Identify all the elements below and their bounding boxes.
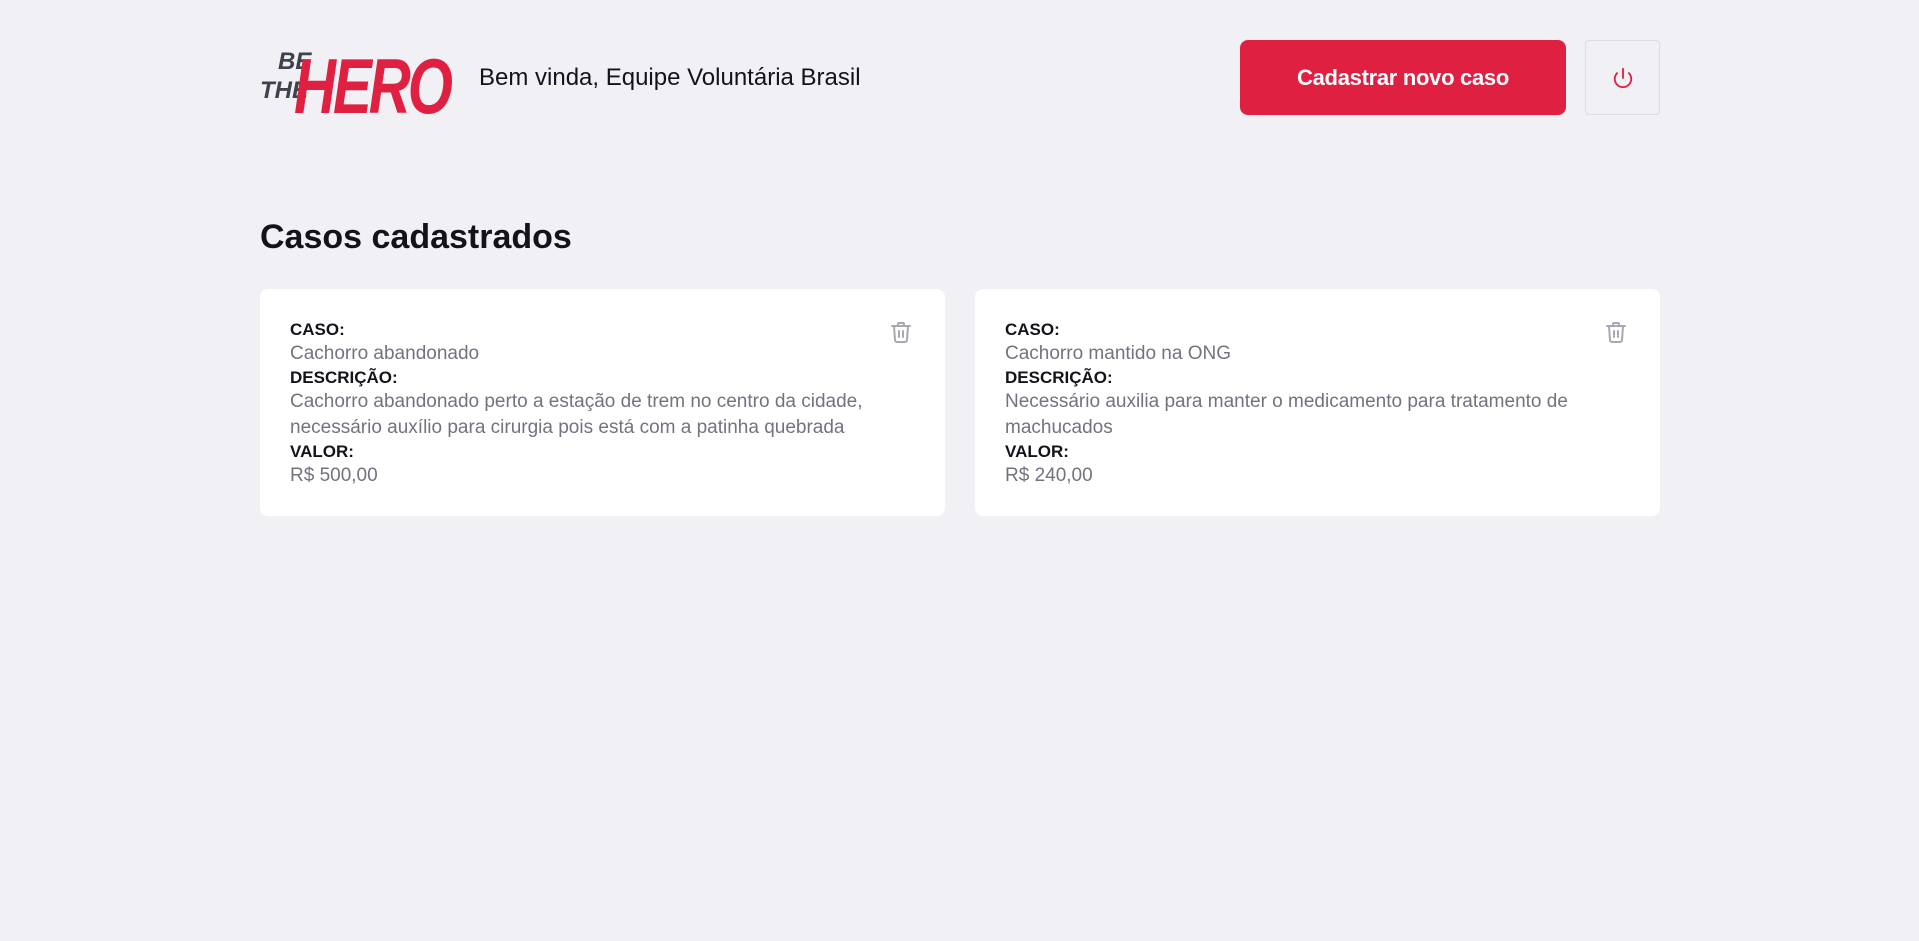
delete-case-button[interactable] — [1602, 318, 1630, 346]
welcome-message: Bem vinda, Equipe Voluntária Brasil — [479, 64, 861, 91]
trash-icon — [1606, 322, 1626, 343]
case-title-label: CASO: — [1005, 320, 1060, 339]
trash-icon — [891, 322, 911, 343]
case-description-label: DESCRIÇÃO: — [1005, 368, 1113, 387]
case-value-label: VALOR: — [1005, 442, 1069, 461]
case-description-value: Cachorro abandonado perto a estação de t… — [290, 391, 863, 438]
case-card: CASO: Cachorro mantido na ONG DESCRIÇÃO:… — [975, 289, 1660, 516]
case-description-value: Necessário auxilia para manter o medicam… — [1005, 391, 1568, 438]
case-title-value: Cachorro abandonado — [290, 343, 480, 364]
delete-case-button[interactable] — [887, 318, 915, 346]
case-card: CASO: Cachorro abandonado DESCRIÇÃO: Cac… — [260, 289, 945, 516]
case-description-label: DESCRIÇÃO: — [290, 368, 398, 387]
page-title: Casos cadastrados — [260, 218, 572, 256]
case-value-amount: R$ 240,00 — [1005, 465, 1093, 486]
case-title-label: CASO: — [290, 320, 345, 339]
new-case-button[interactable]: Cadastrar novo caso — [1240, 40, 1566, 115]
page-header: BE THE HERO Bem vinda, Equipe Voluntária… — [260, 36, 1660, 118]
power-icon — [1613, 67, 1632, 88]
case-value-amount: R$ 500,00 — [290, 465, 378, 486]
logo-hero-text: HERO — [294, 42, 452, 118]
case-value-label: VALOR: — [290, 442, 354, 461]
case-title-value: Cachorro mantido na ONG — [1005, 343, 1231, 364]
logout-button[interactable] — [1585, 40, 1660, 115]
be-the-hero-logo: BE THE HERO — [260, 42, 452, 118]
